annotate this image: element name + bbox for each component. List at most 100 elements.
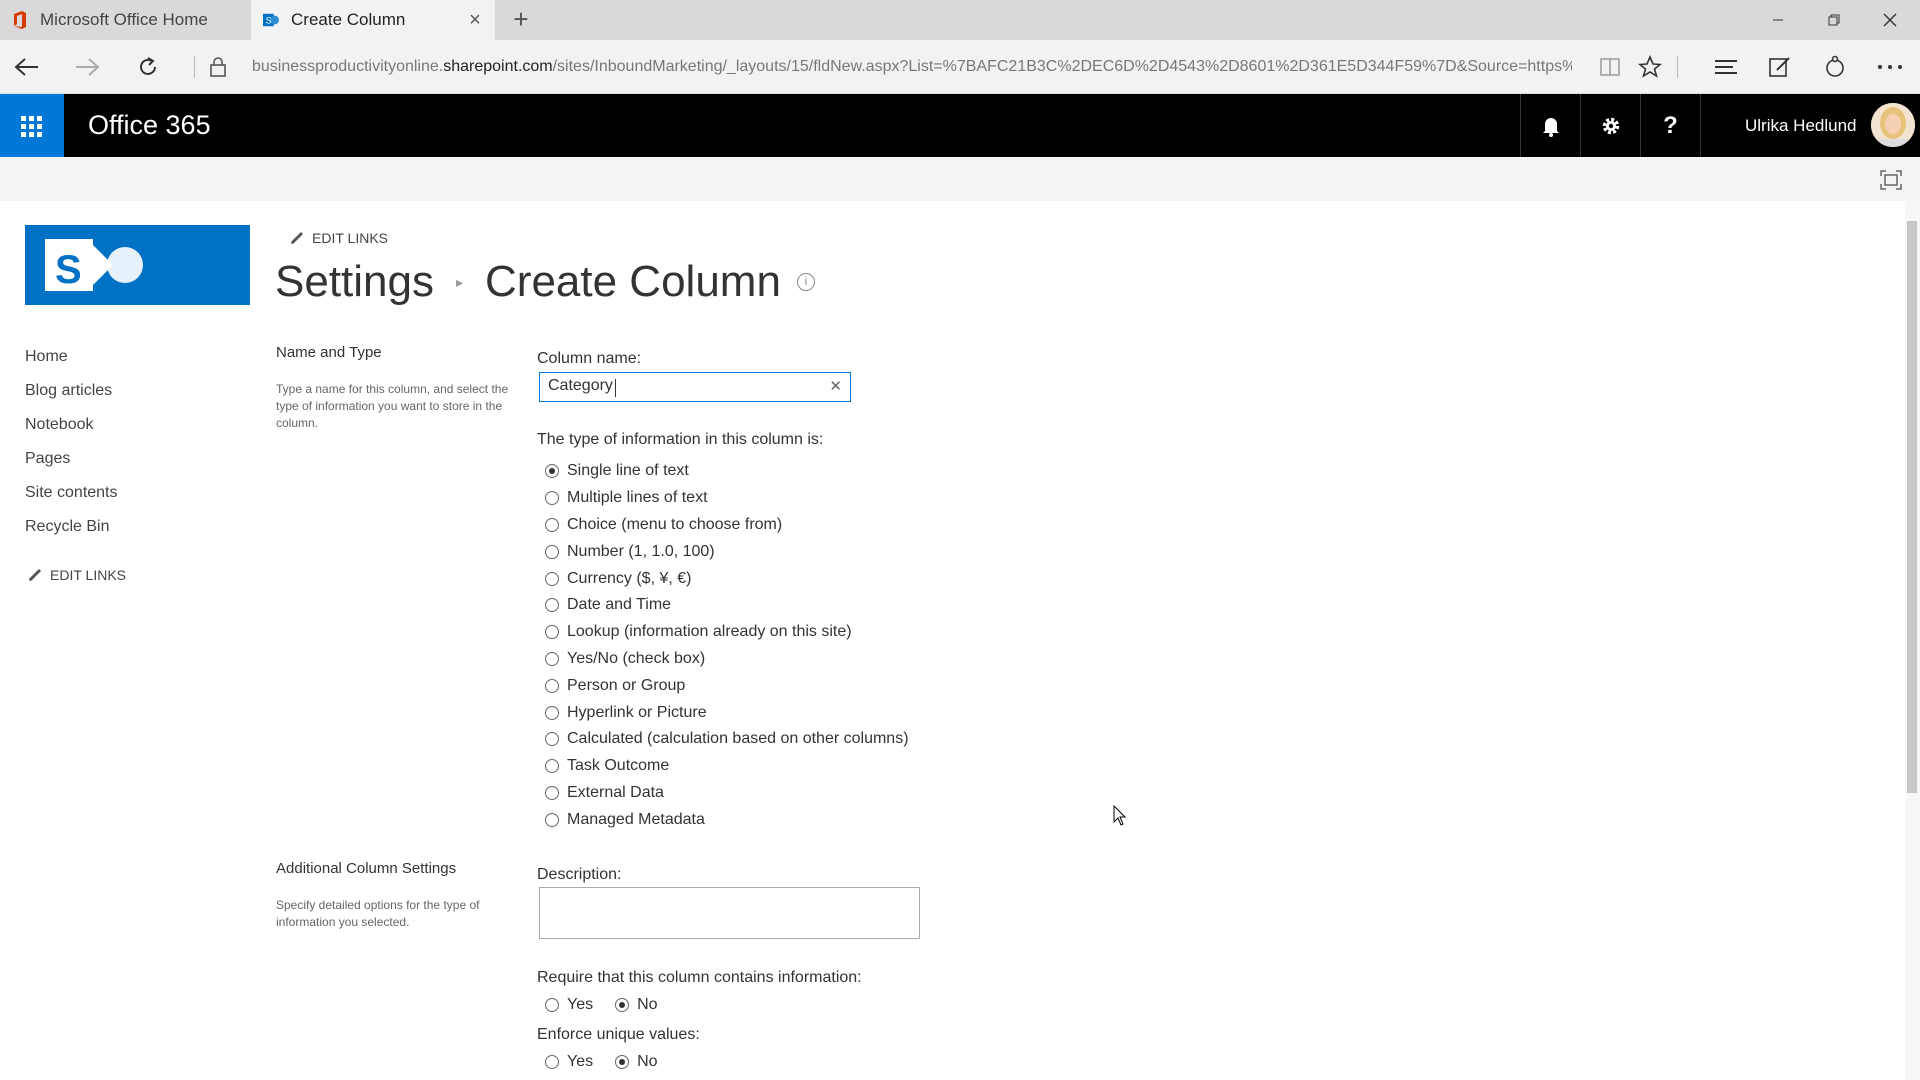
notifications-button[interactable]	[1520, 94, 1580, 157]
type-option-label: Single line of text	[567, 462, 689, 480]
share-icon	[1826, 55, 1844, 77]
type-option-yes-no[interactable]: Yes/No (check box)	[545, 646, 909, 673]
radio-button[interactable]	[545, 1055, 559, 1069]
radio-button[interactable]	[545, 571, 559, 586]
nav-item-blog-articles[interactable]: Blog articles	[25, 379, 118, 413]
require-label: Require that this column contains inform…	[537, 969, 862, 986]
edit-links-left[interactable]: EDIT LINKS	[28, 567, 126, 583]
type-option-lookup[interactable]: Lookup (information already on this site…	[545, 619, 909, 646]
type-option-number[interactable]: Number (1, 1.0, 100)	[545, 538, 909, 565]
info-icon[interactable]: i	[796, 273, 815, 291]
refresh-button[interactable]	[131, 50, 165, 84]
site-logo[interactable]: S	[25, 225, 250, 305]
radio-button[interactable]	[545, 732, 559, 747]
type-option-choice[interactable]: Choice (menu to choose from)	[545, 512, 909, 539]
restore-button[interactable]	[1806, 0, 1862, 40]
help-button[interactable]: ?	[1640, 94, 1700, 157]
type-option-task-outcome[interactable]: Task Outcome	[545, 753, 909, 780]
more-button[interactable]	[1873, 50, 1907, 84]
address-bar: businessproductivityonline.sharepoint.co…	[0, 40, 1920, 94]
tab-office-home[interactable]: Microsoft Office Home	[0, 0, 250, 40]
require-yes-option[interactable]: Yes	[545, 996, 593, 1014]
edit-links-top[interactable]: EDIT LINKS	[290, 230, 388, 246]
type-option-label: Calculated (calculation based on other c…	[567, 730, 909, 748]
clear-input-icon[interactable]: ✕	[829, 377, 842, 395]
type-option-person-group[interactable]: Person or Group	[545, 672, 909, 699]
hub-button[interactable]	[1709, 50, 1743, 84]
type-option-currency[interactable]: Currency ($, ¥, €)	[545, 565, 909, 592]
type-option-label: Number (1, 1.0, 100)	[567, 542, 715, 560]
radio-button[interactable]	[545, 812, 559, 827]
column-name-label: Column name:	[537, 350, 642, 367]
new-tab-button[interactable]: +	[508, 6, 534, 32]
back-button[interactable]	[10, 50, 44, 84]
type-option-managed-metadata[interactable]: Managed Metadata	[545, 806, 909, 833]
type-option-hyperlink[interactable]: Hyperlink or Picture	[545, 699, 909, 726]
unique-no-option[interactable]: No	[615, 1053, 658, 1071]
favorite-button[interactable]	[1633, 50, 1667, 84]
lock-button[interactable]	[201, 50, 235, 84]
radio-button[interactable]	[545, 464, 559, 479]
url-field[interactable]: businessproductivityonline.sharepoint.co…	[252, 40, 1572, 94]
user-menu[interactable]: Ulrika Hedlund	[1700, 94, 1920, 157]
radio-button[interactable]	[545, 705, 559, 720]
tab-label: Create Column	[291, 10, 406, 29]
description-textarea[interactable]	[539, 887, 920, 939]
nav-item-notebook[interactable]: Notebook	[25, 413, 118, 447]
vertical-scrollbar[interactable]	[1905, 201, 1920, 1080]
type-option-calculated[interactable]: Calculated (calculation based on other c…	[545, 726, 909, 753]
type-option-date-time[interactable]: Date and Time	[545, 592, 909, 619]
nav-item-pages[interactable]: Pages	[25, 447, 118, 481]
nav-item-home[interactable]: Home	[25, 345, 118, 379]
type-option-single-line[interactable]: Single line of text	[545, 458, 909, 485]
section-desc-additional: Specify detailed options for the type of…	[276, 898, 480, 929]
svg-text:S: S	[266, 16, 272, 26]
text-caret	[615, 379, 616, 397]
radio-button[interactable]	[545, 651, 559, 666]
nav-item-site-contents[interactable]: Site contents	[25, 481, 118, 515]
breadcrumb-settings[interactable]: Settings	[275, 257, 434, 307]
close-icon	[1883, 13, 1897, 27]
forward-button[interactable]	[70, 50, 104, 84]
require-no-option[interactable]: No	[615, 996, 658, 1014]
radio-button[interactable]	[545, 598, 559, 613]
reading-view-icon	[1600, 58, 1620, 76]
type-option-label: Lookup (information already on this site…	[567, 623, 852, 641]
radio-button[interactable]	[545, 998, 559, 1012]
radio-button[interactable]	[545, 625, 559, 640]
type-option-external-data[interactable]: External Data	[545, 780, 909, 807]
sharepoint-favicon-icon: S	[263, 13, 279, 27]
app-launcher-button[interactable]	[0, 94, 64, 157]
tab-create-column[interactable]: S Create Column ×	[251, 0, 495, 40]
web-note-button[interactable]	[1763, 50, 1797, 84]
type-option-label: Multiple lines of text	[567, 489, 708, 507]
suite-brand[interactable]: Office 365	[88, 94, 211, 157]
type-option-label: External Data	[567, 783, 664, 801]
close-window-button[interactable]	[1862, 0, 1918, 40]
nav-item-recycle-bin[interactable]: Recycle Bin	[25, 515, 118, 549]
column-name-input[interactable]: Category ✕	[539, 372, 851, 402]
type-option-label: Hyperlink or Picture	[567, 703, 707, 721]
radio-button[interactable]	[545, 491, 559, 506]
settings-button[interactable]	[1580, 94, 1640, 157]
radio-button[interactable]	[615, 998, 630, 1012]
radio-button[interactable]	[545, 544, 559, 559]
unique-radio-group: Yes No	[545, 1053, 680, 1071]
radio-button[interactable]	[545, 517, 559, 532]
scrollbar-thumb[interactable]	[1907, 221, 1917, 793]
radio-button[interactable]	[545, 678, 559, 693]
gear-icon	[1602, 117, 1619, 134]
radio-button[interactable]	[545, 759, 559, 774]
unique-yes-option[interactable]: Yes	[545, 1053, 593, 1071]
minimize-button[interactable]	[1750, 0, 1806, 40]
radio-button[interactable]	[545, 785, 559, 800]
type-option-label: Currency ($, ¥, €)	[567, 569, 692, 587]
type-option-label: Yes/No (check box)	[567, 649, 706, 667]
reading-view-button[interactable]	[1593, 50, 1627, 84]
focus-on-content-button[interactable]	[1880, 170, 1902, 190]
pencil-icon	[290, 231, 304, 245]
close-tab-icon[interactable]: ×	[465, 10, 485, 30]
type-option-multiple-lines[interactable]: Multiple lines of text	[545, 485, 909, 512]
share-button[interactable]	[1818, 50, 1852, 84]
radio-button[interactable]	[615, 1055, 630, 1069]
